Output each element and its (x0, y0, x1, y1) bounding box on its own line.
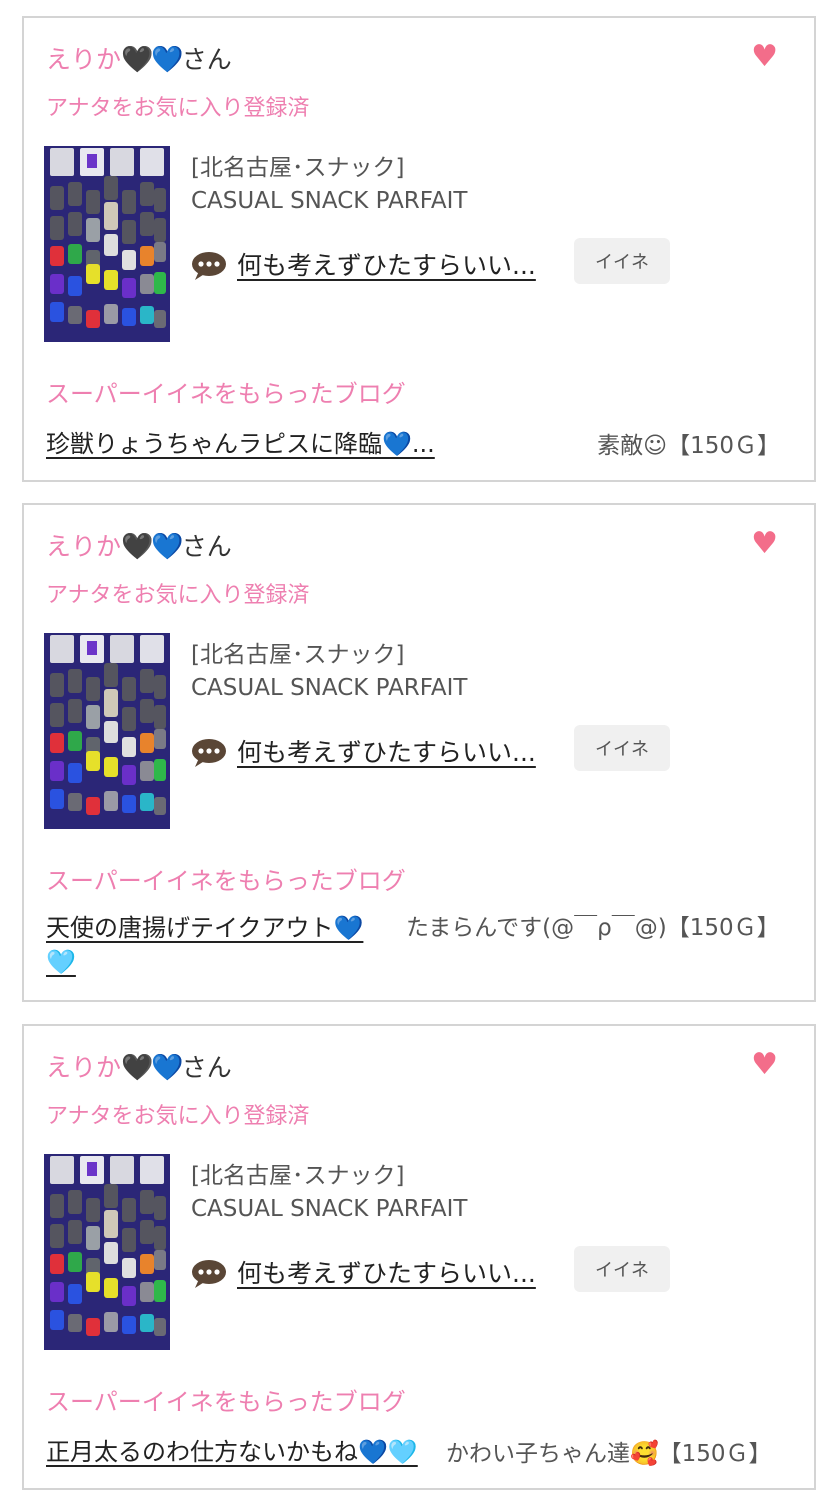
comment-link[interactable]: 何も考えずひたすらいい... (237, 246, 536, 282)
user-name: えりか (46, 1053, 122, 1082)
like-heart-icon[interactable]: ♥ (751, 529, 778, 559)
user-name: えりか (46, 532, 122, 561)
blog-title-link[interactable]: 珍獣りょうちゃんラピスに降臨💙... (46, 424, 435, 459)
user-suffix: さん (181, 1053, 232, 1082)
like-heart-icon[interactable]: ♥ (751, 42, 778, 72)
shop-thumbnail[interactable] (44, 146, 170, 342)
super-iine-label: スーパーイイネをもらったブログ (46, 380, 406, 408)
speech-bubble-icon (192, 739, 226, 767)
super-iine-label: スーパーイイネをもらったブログ (46, 867, 406, 895)
user-name-link[interactable]: えりか🖤💙さん (46, 527, 232, 563)
blog-title-link[interactable]: 天使の唐揚げテイクアウト💙🩵 (46, 911, 384, 979)
comment-link[interactable]: 何も考えずひたすらいい... (237, 733, 536, 769)
shop-category: [北名古屋･スナック] (191, 1163, 405, 1189)
favorite-status: アナタをお気に入り登録済 (46, 583, 310, 608)
shop-category: [北名古屋･スナック] (191, 642, 405, 668)
blog-title-link[interactable]: 正月太るのわ仕方ないかもね💙🩵 (46, 1432, 418, 1467)
shop-name[interactable]: CASUAL SNACK PARFAIT (191, 675, 467, 701)
shop-thumbnail[interactable] (44, 1154, 170, 1350)
user-hearts: 🖤💙 (121, 1053, 184, 1083)
iine-button[interactable]: イイネ (574, 725, 670, 771)
reward-text: かわい子ちゃん達🥰【150Ｇ】 (446, 1441, 772, 1467)
speech-bubble-icon (192, 252, 226, 280)
user-hearts: 🖤💙 (121, 45, 184, 75)
like-heart-icon[interactable]: ♥ (751, 1050, 778, 1080)
shop-category: [北名古屋･スナック] (191, 155, 405, 181)
shop-name[interactable]: CASUAL SNACK PARFAIT (191, 1196, 467, 1222)
user-suffix: さん (181, 532, 232, 561)
reward-text: 素敵☺【150Ｇ】 (597, 433, 780, 459)
reward-text: たまらんです(@￣ρ￣@)【150Ｇ】 (406, 915, 780, 941)
user-name: えりか (46, 45, 122, 74)
user-suffix: さん (181, 45, 232, 74)
favorite-status: アナタをお気に入り登録済 (46, 96, 310, 121)
favorite-status: アナタをお気に入り登録済 (46, 1104, 310, 1129)
shop-thumbnail[interactable] (44, 633, 170, 829)
user-name-link[interactable]: えりか🖤💙さん (46, 40, 232, 76)
speech-bubble-icon (192, 1260, 226, 1288)
notification-card: えりか🖤💙さん アナタをお気に入り登録済 ♥ [北名古屋･スナック] CASUA… (22, 1024, 816, 1490)
shop-name[interactable]: CASUAL SNACK PARFAIT (191, 188, 467, 214)
comment-link[interactable]: 何も考えずひたすらいい... (237, 1254, 536, 1290)
iine-button[interactable]: イイネ (574, 1246, 670, 1292)
super-iine-label: スーパーイイネをもらったブログ (46, 1388, 406, 1416)
user-hearts: 🖤💙 (121, 532, 184, 562)
notification-card: えりか🖤💙さん アナタをお気に入り登録済 ♥ [北名古屋･スナック] CASUA… (22, 16, 816, 482)
notification-card: えりか🖤💙さん アナタをお気に入り登録済 ♥ [北名古屋･スナック] CASUA… (22, 503, 816, 1002)
user-name-link[interactable]: えりか🖤💙さん (46, 1048, 232, 1084)
iine-button[interactable]: イイネ (574, 238, 670, 284)
